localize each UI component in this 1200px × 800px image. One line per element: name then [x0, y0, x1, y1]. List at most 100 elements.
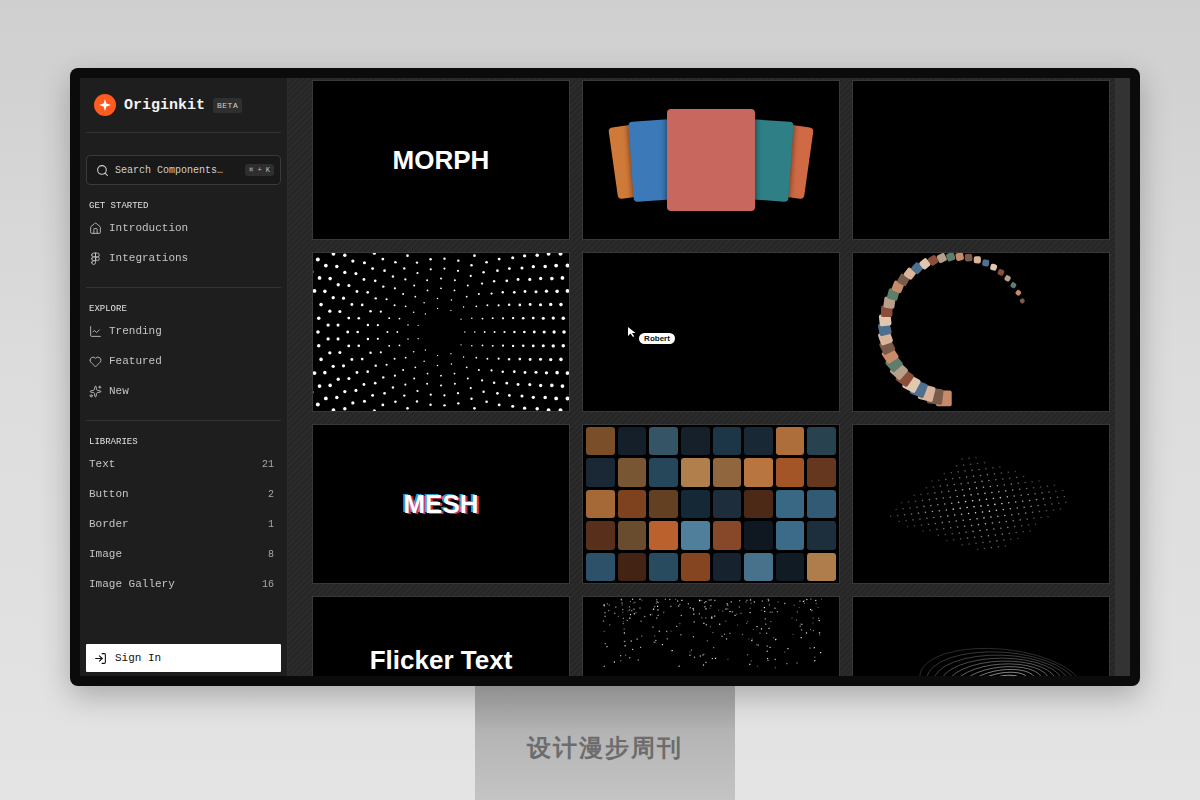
search-placeholder: Search Components…: [115, 165, 239, 176]
item-label: Border: [89, 518, 261, 530]
component-card[interactable]: Flicker Text: [312, 596, 570, 676]
sidebar-item[interactable]: New: [86, 376, 281, 406]
card-title: MORPH: [393, 145, 490, 176]
mosaic-tile: [618, 553, 647, 581]
sidebar-item[interactable]: Trending: [86, 316, 281, 346]
mosaic-tile: [618, 521, 647, 549]
nav-icon: [89, 325, 102, 338]
sidebar-nav: GET STARTEDIntroductionIntegrationsEXPLO…: [86, 185, 281, 644]
mosaic-tile: [713, 490, 742, 518]
scrollbar[interactable]: [1115, 78, 1130, 676]
mosaic-tile: [618, 427, 647, 455]
shortcut-key: ⌘ + K: [245, 164, 274, 176]
card-title: Flicker Text: [370, 645, 513, 676]
mosaic-tile: [586, 521, 615, 549]
mosaic-tile: [649, 521, 678, 549]
mosaic-tile: [776, 490, 805, 518]
component-card[interactable]: [852, 252, 1110, 412]
sidebar-item[interactable]: Integrations: [86, 243, 281, 273]
mosaic-tile: [586, 490, 615, 518]
mosaic-tile: [744, 458, 773, 486]
sidebar: OriginkitBETASearch Components…⌘ + KGET …: [80, 78, 288, 676]
item-label: Featured: [109, 355, 278, 367]
cursor-icon: [627, 326, 637, 338]
sidebar-item[interactable]: Featured: [86, 346, 281, 376]
image-mosaic: [583, 424, 839, 584]
mosaic-tile: [744, 427, 773, 455]
dot-grid-art: [853, 424, 1109, 584]
nav-icon: [89, 355, 102, 368]
screen: OriginkitBETASearch Components…⌘ + KGET …: [80, 78, 1130, 676]
sidebar-item[interactable]: Image 8: [86, 539, 281, 569]
mosaic-tile: [807, 553, 836, 581]
sidebar-item[interactable]: Text21: [86, 449, 281, 479]
page: OriginkitBETASearch Components…⌘ + KGET …: [0, 0, 1200, 800]
mosaic-tile: [618, 490, 647, 518]
nav-icon: [89, 385, 102, 398]
item-label: Integrations: [109, 252, 278, 264]
photo-stack: [613, 109, 809, 211]
monitor: OriginkitBETASearch Components…⌘ + KGET …: [70, 68, 1140, 686]
beta-badge: BETA: [213, 98, 242, 113]
item-label: Image: [89, 548, 261, 560]
mosaic-tile: [586, 427, 615, 455]
nav-icon: [89, 252, 102, 265]
sidebar-item[interactable]: Border 1: [86, 509, 281, 539]
mosaic-tile: [807, 521, 836, 549]
item-label: Image Gallery: [89, 578, 255, 590]
item-count: 1: [268, 519, 278, 530]
dot-rings-art: [313, 252, 569, 412]
mosaic-tile: [681, 458, 710, 486]
sidebar-item[interactable]: Introduction: [86, 213, 281, 243]
item-count: 2: [268, 489, 278, 500]
mosaic-tile: [807, 458, 836, 486]
mosaic-tile: [744, 553, 773, 581]
search-field[interactable]: Search Components… ⌘ + K: [86, 155, 281, 185]
component-card[interactable]: [582, 80, 840, 240]
brand-name: Originkit: [124, 97, 205, 114]
divider: [86, 420, 281, 421]
component-card[interactable]: Robert: [582, 252, 840, 412]
mosaic-tile: [649, 458, 678, 486]
card-grid: MORPH Robert MESH Flicker Text: [288, 78, 1110, 676]
mosaic-tile: [713, 521, 742, 549]
component-card[interactable]: [852, 80, 1110, 240]
particles-art: [583, 596, 839, 676]
cursor-demo: Robert: [627, 326, 675, 338]
component-card[interactable]: [852, 424, 1110, 584]
mosaic-tile: [807, 427, 836, 455]
component-gallery: MORPH Robert MESH Flicker Text: [288, 78, 1130, 676]
nav-icon: [89, 222, 102, 235]
component-card[interactable]: [852, 596, 1110, 676]
sign-in-button[interactable]: Sign In: [86, 644, 281, 672]
mosaic-tile: [776, 553, 805, 581]
mosaic-tile: [586, 458, 615, 486]
mosaic-tile: [744, 490, 773, 518]
nav-section: GET STARTEDIntroductionIntegrations: [86, 185, 281, 273]
card-title: MESH: [403, 489, 478, 520]
item-label: Trending: [109, 325, 278, 337]
mosaic-tile: [713, 458, 742, 486]
item-label: Button: [89, 488, 261, 500]
item-count: 21: [262, 459, 278, 470]
mosaic-tile: [681, 427, 710, 455]
item-label: Introduction: [109, 222, 278, 234]
section-title: EXPLORE: [86, 302, 281, 316]
mosaic-tile: [649, 553, 678, 581]
mosaic-tile: [681, 521, 710, 549]
component-card[interactable]: MESH: [312, 424, 570, 584]
component-card[interactable]: [582, 424, 840, 584]
brand[interactable]: Originkit BETA: [86, 78, 281, 133]
mosaic-tile: [649, 427, 678, 455]
component-card[interactable]: [312, 252, 570, 412]
component-card[interactable]: MORPH: [312, 80, 570, 240]
nav-section: LIBRARIESText21Button2Border1Image8Image…: [86, 421, 281, 599]
sidebar-item[interactable]: Button 2: [86, 479, 281, 509]
mosaic-tile: [776, 458, 805, 486]
photo: [667, 109, 755, 211]
mosaic-tile: [776, 427, 805, 455]
item-count: 8: [268, 549, 278, 560]
component-card[interactable]: [582, 596, 840, 676]
item-count: 16: [262, 579, 278, 590]
sidebar-item[interactable]: Image Gallery 16: [86, 569, 281, 599]
